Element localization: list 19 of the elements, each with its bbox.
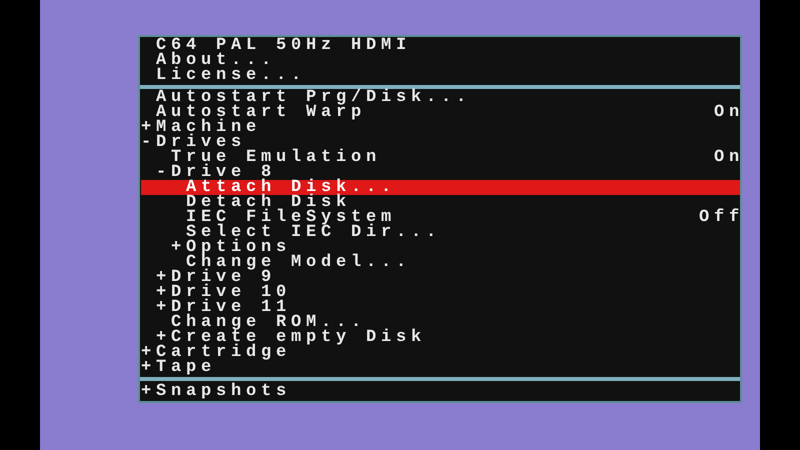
menu-item[interactable]: Autostart Prg/Disk... [141,90,740,105]
menu-item[interactable]: -Drive 8 [141,165,740,180]
menu-item[interactable]: +Drive 9 [141,270,740,285]
menu-item[interactable]: Attach Disk... [141,180,740,195]
menu-item[interactable]: +Cartridge [141,345,740,360]
menu-item[interactable]: About... [141,53,740,68]
menu-item[interactable]: -Drives [141,135,740,150]
menu-item[interactable]: +Drive 11 [141,300,740,315]
menu-item[interactable]: +Options [141,240,740,255]
menu-item[interactable]: Select IEC Dir... [141,225,740,240]
menu-item[interactable]: +Snapshots [141,384,740,399]
menu-item[interactable]: +Create empty Disk [141,330,740,345]
menu-item[interactable]: +Machine [141,120,740,135]
menu-item[interactable]: +Tape [141,360,740,375]
menu-item[interactable]: Change ROM... [141,315,740,330]
menu-item[interactable]: C64 PAL 50Hz HDMI [141,38,740,53]
menu-item[interactable]: License... [141,68,740,83]
menu-item[interactable]: Change Model... [141,255,740,270]
menu-item[interactable]: +Drive 10 [141,285,740,300]
